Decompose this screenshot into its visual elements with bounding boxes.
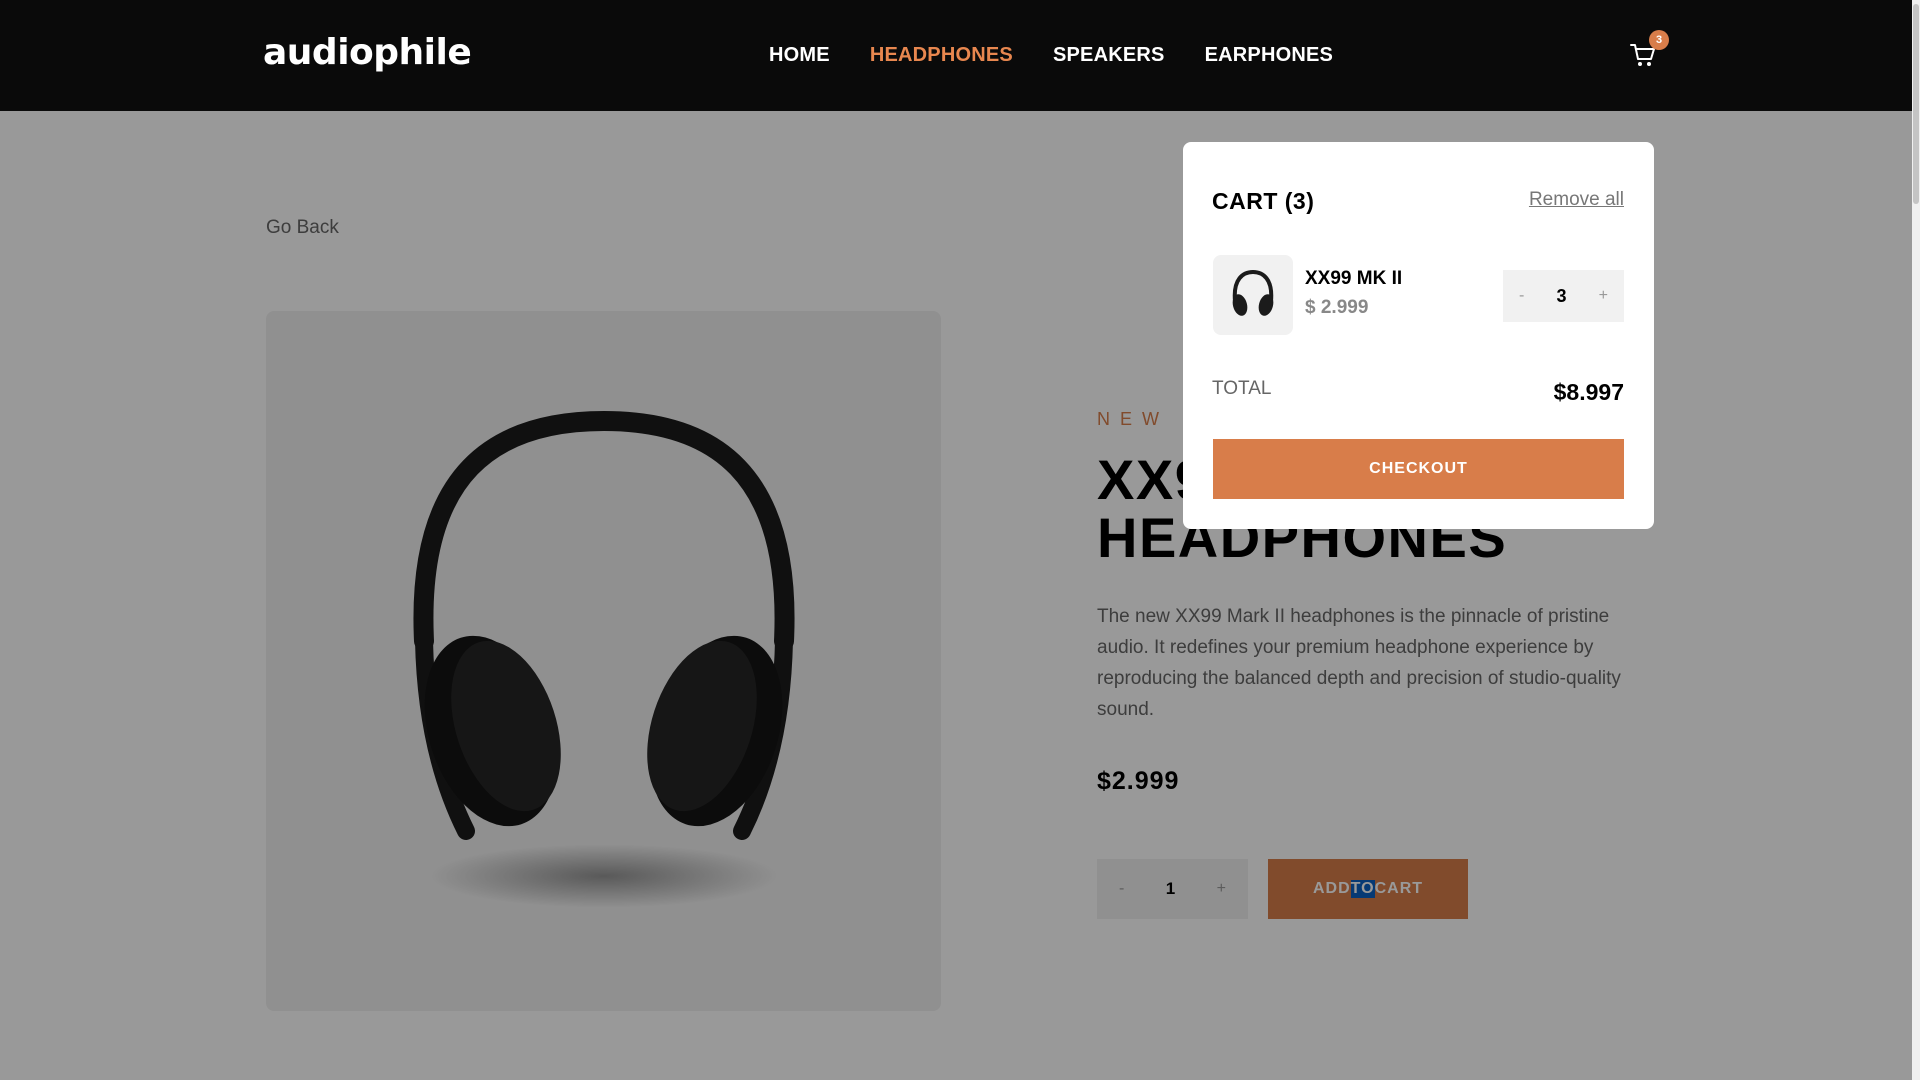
cart-item-quantity-stepper: - 3 + [1503,270,1624,322]
cart-item-price: $ 2.999 [1305,297,1369,318]
cart-total-label: TOTAL [1212,378,1272,399]
nav-home[interactable]: HOME [769,44,830,67]
cart-qty-decrease-button[interactable]: - [1519,287,1524,305]
cart-count-badge: 3 [1649,30,1669,50]
nav-earphones[interactable]: EARPHONES [1205,44,1334,67]
cart-qty-increase-button[interactable]: + [1599,287,1608,305]
cart-qty-value: 3 [1556,285,1567,306]
checkout-button[interactable]: CHECKOUT [1213,439,1624,499]
site-header: audiophile HOME HEADPHONES SPEAKERS EARP… [0,0,1920,111]
headphones-icon [1232,269,1274,316]
logo[interactable]: audiophile [263,32,472,73]
nav-speakers[interactable]: SPEAKERS [1053,44,1165,67]
nav-headphones[interactable]: HEADPHONES [870,44,1013,67]
cart-title: CART (3) [1212,188,1315,214]
remove-all-button[interactable]: Remove all [1529,189,1624,211]
scrollbar-thumb[interactable] [1913,4,1919,204]
cart-modal: CART (3) Remove all XX99 MK II $ 2.999 -… [1183,142,1654,529]
cart-item-name: XX99 MK II [1305,268,1403,289]
cart-total-value: $8.997 [1553,379,1624,405]
cart-item-thumbnail [1213,255,1293,335]
main-nav: HOME HEADPHONES SPEAKERS EARPHONES [769,44,1333,67]
